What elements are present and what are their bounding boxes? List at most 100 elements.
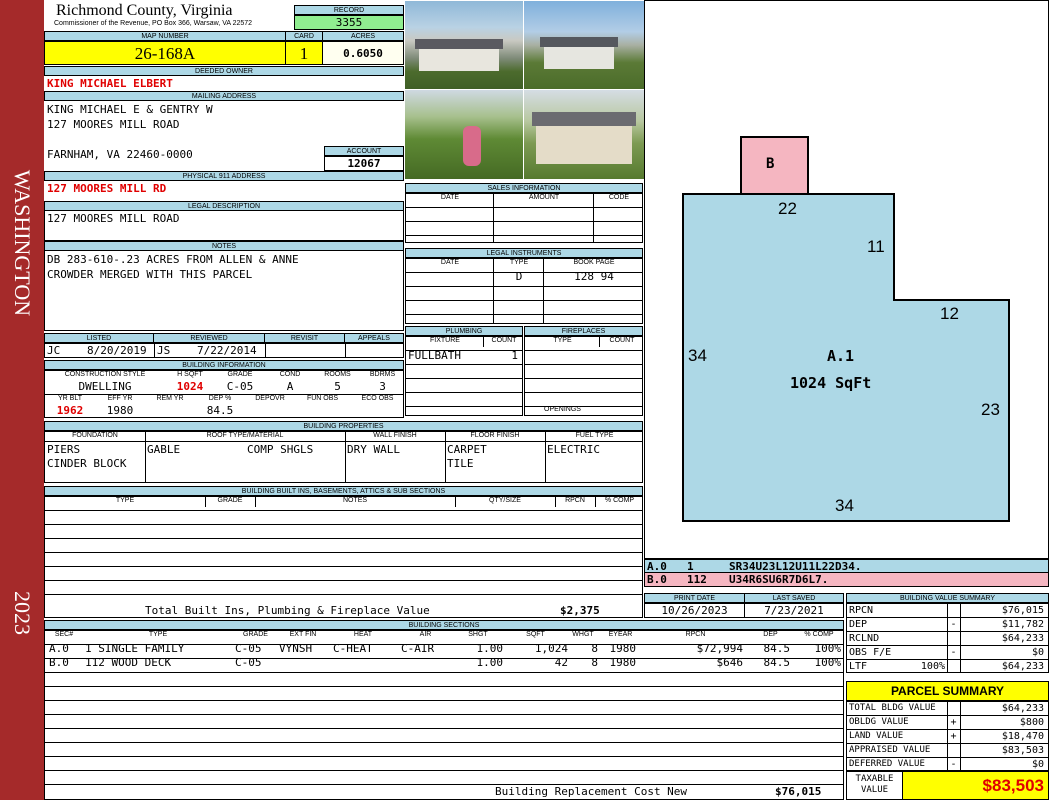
- sales-title: SALES INFORMATION: [405, 183, 643, 193]
- foundation-2: CINDER BLOCK: [47, 457, 127, 470]
- building-info-title: BUILDING INFORMATION: [44, 360, 404, 370]
- fuel-type: ELECTRIC: [547, 443, 600, 456]
- row-a-eyear: 1980: [609, 642, 637, 655]
- legend-b-id: B.0: [647, 573, 667, 586]
- row-a-rpcn: $72,994: [696, 642, 743, 655]
- bi-col-grade: GRADE: [217, 497, 243, 504]
- mailing-line-3: FARNHAM, VA 22460-0000: [47, 148, 193, 161]
- label-rooms: ROOMS: [324, 371, 351, 378]
- taxable-value: $83,503: [902, 771, 1049, 800]
- fp-openings-label: OPENINGS: [544, 406, 581, 413]
- sales-col-date: DATE: [440, 194, 460, 201]
- district-name: WASHINGTON: [10, 169, 35, 317]
- row-a-sqft: 1,024: [534, 642, 568, 655]
- plumbing-table: FIXTURE COUNT FULLBATH 1: [405, 336, 523, 416]
- dim-left: 34: [688, 346, 707, 365]
- legal-instruments-table: DATE TYPE BOOK PAGE D 128 94: [405, 258, 643, 324]
- appeals-label: APPEALS: [344, 333, 404, 343]
- effective-year: 1980: [106, 404, 134, 417]
- bi-col-qty: QTY/SIZE: [489, 497, 521, 504]
- reviewed-label: REVIEWED: [153, 333, 265, 343]
- row-a-heat: C-HEAT: [333, 642, 373, 655]
- label-funobs: FUN OBS: [306, 395, 339, 402]
- ps-land-label: LAND VALUE: [849, 731, 904, 741]
- card-label: CARD: [285, 31, 323, 41]
- revisit-label: REVISIT: [264, 333, 345, 343]
- sections-table: SEC# TYPE GRADE EXT FIN HEAT AIR SHGT SQ…: [44, 630, 844, 800]
- card-number: 1: [285, 41, 323, 65]
- print-date-label: PRINT DATE: [644, 593, 745, 603]
- replacement-cost-label: Building Replacement Cost New: [495, 785, 688, 798]
- value-summary-table: RPCN $76,015 DEP - $11,782 RCLND $64,233…: [846, 603, 1049, 673]
- label-depovr: DEPOVR: [255, 395, 285, 402]
- builtins-total-label: Total Built Ins, Plumbing & Fireplace Va…: [145, 604, 430, 617]
- property-photo-4: [524, 90, 644, 179]
- sec-col-ext: EXT FIN: [289, 631, 317, 638]
- label-fuel: FUEL TYPE: [575, 432, 614, 439]
- grade: C-05: [226, 380, 254, 393]
- vs-rpcn-value: $76,015: [1001, 605, 1044, 616]
- label-remyr: REM YR: [156, 395, 184, 402]
- district-sidebar: WASHINGTON 2023: [0, 0, 44, 800]
- dim-step: 12: [940, 304, 959, 323]
- ps-deferred-value: $0: [1031, 759, 1044, 770]
- sales-table: DATE AMOUNT CODE: [405, 193, 643, 243]
- vs-obs-value: $0: [1031, 647, 1044, 658]
- property-photo-3: [405, 90, 523, 179]
- legend-b-vectors: U34R6SU6R7D6L7.: [729, 573, 829, 586]
- properties-title: BUILDING PROPERTIES: [44, 421, 643, 431]
- map-number-label: MAP NUMBER: [44, 31, 286, 41]
- ps-land-value: $18,470: [1001, 731, 1044, 742]
- li-col-date: DATE: [440, 259, 460, 266]
- row-a-ext: VYNSH: [279, 642, 313, 655]
- taxable-label-box: TAXABLE VALUE: [846, 771, 903, 800]
- foundation-1: PIERS: [47, 443, 81, 456]
- commissioner-address: Commissioner of the Revenue, PO Box 366,…: [54, 20, 253, 27]
- sec-col-rpcn: RPCN: [685, 631, 706, 638]
- label-bdrms: BDRMS: [369, 371, 396, 378]
- row-b-dep: 84.5: [763, 656, 791, 669]
- rooms: 5: [334, 380, 341, 393]
- label-roof: ROOF TYPE/MATERIAL: [206, 432, 284, 439]
- listed-date: 8/20/2019: [87, 344, 147, 357]
- legal-instruments-title: LEGAL INSTRUMENTS: [405, 248, 643, 258]
- sec-col-type: TYPE: [148, 631, 168, 638]
- label-floor: FLOOR FINISH: [470, 432, 520, 439]
- row-b-sec: B.0: [49, 656, 69, 669]
- row-a-whgt: 8: [591, 642, 598, 655]
- ps-deferred-sign: -: [950, 759, 957, 770]
- vs-ltf-value: $64,233: [1001, 661, 1044, 672]
- sketch-canvas: [682, 136, 1010, 522]
- row-a-dep: 84.5: [763, 642, 791, 655]
- properties-table: FOUNDATION ROOF TYPE/MATERIAL WALL FINIS…: [44, 431, 643, 483]
- mailing-address-label: MAILING ADDRESS: [44, 91, 404, 101]
- bi-col-rpcn: RPCN: [565, 497, 585, 504]
- dim-right-lower: 23: [981, 400, 1000, 419]
- vs-obs-label: OBS F/E: [849, 647, 892, 658]
- label-ecoobs: ECO OBS: [361, 395, 394, 402]
- sec-col-shgt: SHGT: [468, 631, 488, 638]
- row-a-comp: 100%: [814, 642, 842, 655]
- vs-dep-sign: -: [950, 619, 957, 630]
- sec-col-sec: SEC#: [54, 631, 74, 638]
- sec-col-heat: HEAT: [353, 631, 373, 638]
- sec-col-whgt: WHGT: [572, 631, 594, 638]
- label-dep: DEP %: [208, 395, 232, 402]
- ps-appraised-label: APPRAISED VALUE: [849, 745, 931, 755]
- sections-title: BUILDING SECTIONS: [44, 620, 844, 630]
- deeded-owner-label: DEEDED OWNER: [44, 66, 404, 76]
- parcel-summary-title: PARCEL SUMMARY: [846, 681, 1049, 701]
- label-yrblt: YR BLT: [58, 395, 82, 402]
- account-label: ACCOUNT: [324, 146, 404, 156]
- sec-col-comp: % COMP: [804, 631, 834, 638]
- sketch-area: 1024 SqFt: [790, 374, 872, 392]
- listed-by: JC: [47, 344, 61, 357]
- sec-col-dep: DEP: [763, 631, 778, 638]
- sketch-label-a: A.1: [827, 347, 855, 365]
- vs-ltf-pct: 100%: [920, 661, 945, 672]
- acres-label: ACRES: [322, 31, 404, 41]
- vs-obs-sign: -: [950, 647, 957, 658]
- replacement-cost: $76,015: [775, 785, 822, 798]
- record-number: 3355: [294, 15, 404, 30]
- reviewed-date: 7/22/2014: [197, 344, 257, 357]
